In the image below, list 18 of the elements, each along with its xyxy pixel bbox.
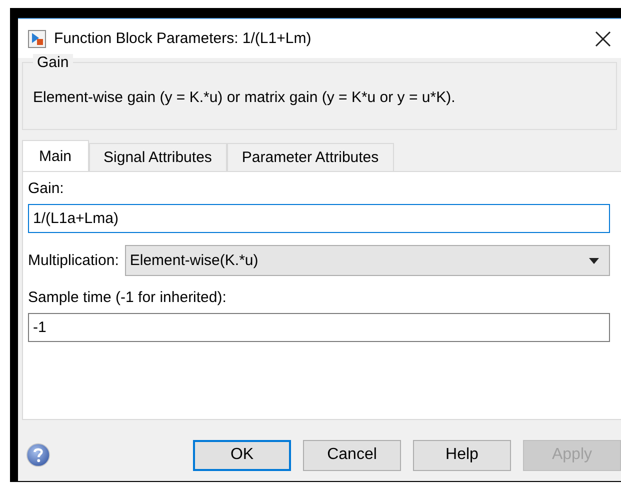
tab[interactable]: Main [22, 140, 89, 171]
dropdown[interactable]: Element-wise(K.*u) [124, 245, 610, 276]
tab[interactable]: Parameter Attributes [226, 143, 394, 171]
field-label: Sample time (-1 for inherited): [28, 289, 228, 306]
tab[interactable]: Signal Attributes [88, 143, 227, 171]
dialog-button[interactable]: Cancel [303, 440, 401, 470]
help-icon[interactable] [26, 441, 50, 469]
dialog-button[interactable]: OK [193, 440, 291, 470]
window-title: Function Block Parameters: 1/(L1+Lm) [54, 30, 312, 47]
caret-icon [589, 258, 599, 264]
block-description: Element-wise gain (y = K.*u) or matrix gain (y = K*u or y = u*K). [33, 89, 456, 106]
block-diagram-icon [28, 30, 46, 48]
dialog-button[interactable]: Help [413, 440, 511, 470]
close-icon[interactable] [595, 30, 611, 46]
input-field[interactable]: 1/(L1a+Lma) [28, 204, 610, 233]
input-field[interactable]: -1 [28, 313, 610, 342]
field-label: Gain: [28, 180, 65, 197]
field-label: Multiplication: [28, 252, 119, 269]
